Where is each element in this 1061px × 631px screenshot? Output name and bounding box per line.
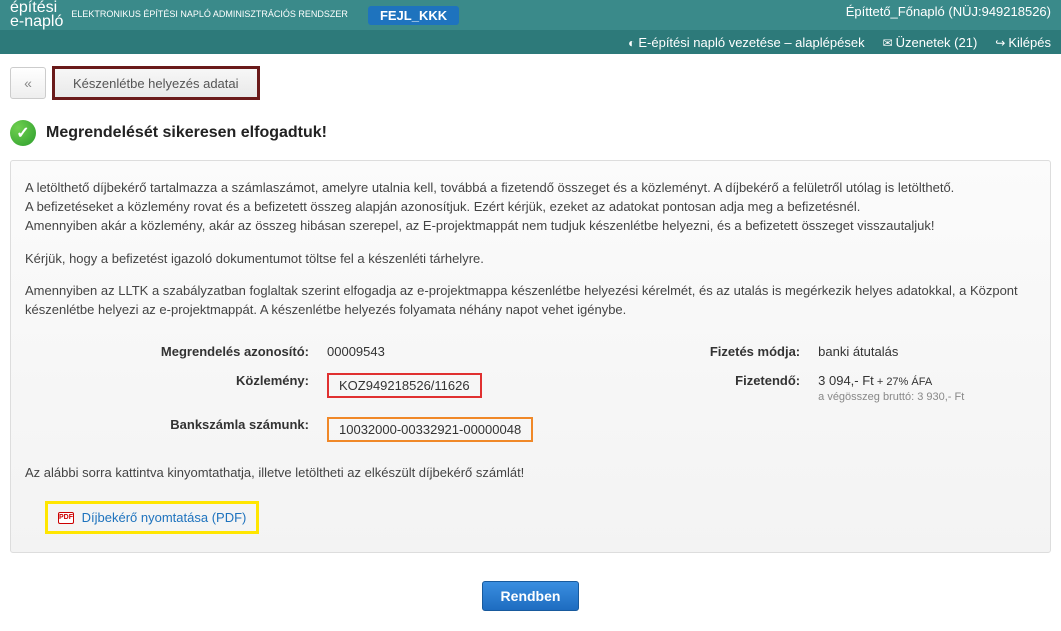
table-row: Megrendelés azonosító: 00009543 Fizetés … [27,338,983,365]
label-reference: Közlemény: [27,367,317,409]
label-order-id: Megrendelés azonosító: [27,338,317,365]
logo-line2: e-napló [10,13,63,31]
label-amount-due: Fizetendő: [650,367,808,409]
value-payment-mode: banki átutalás [810,338,983,365]
logout-icon: ↪ [995,36,1005,50]
print-pdf-link[interactable]: Díjbekérő nyomtatása (PDF) [82,510,247,525]
help-icon: ◐ [628,36,635,50]
value-bank-account: 10032000-00332921-00000048 [327,417,533,442]
value-amount-due: 3 094,- Ft + 27% ÁFA a végösszeg bruttó:… [810,367,983,409]
table-row: Közlemény: KOZ949218526/11626 Fizetendő:… [27,367,983,409]
breadcrumb-current[interactable]: Készenlétbe helyezés adatai [52,66,260,100]
logo-desc: ELEKTRONIKUS ÉPÍTÉSI NAPLÓ ADMINISZTRÁCI… [71,10,348,20]
mail-icon: ✉ [883,36,893,50]
logout-link[interactable]: ↪Kilépés [995,35,1051,50]
help-link[interactable]: ◐E-építési napló vezetése – alaplépések [628,35,864,50]
ok-button[interactable]: Rendben [482,581,580,611]
app-header: építési e-napló ELEKTRONIKUS ÉPÍTÉSI NAP… [0,0,1061,30]
table-row: Bankszámla számunk: 10032000-00332921-00… [27,411,983,448]
success-icon: ✓ [10,120,36,146]
info-paragraph: Amennyiben az LLTK a szabályzatban fogla… [25,282,1036,320]
breadcrumb-back-button[interactable]: « [10,67,46,99]
success-banner: ✓ Megrendelését sikeresen elfogadtuk! [0,112,1061,160]
content-panel: A letölthető díjbekérő tartalmazza a szá… [10,160,1051,553]
label-payment-mode: Fizetés módja: [650,338,808,365]
breadcrumb: « Készenlétbe helyezés adatai [0,54,1061,112]
pdf-link-wrap: PDF Díjbekérő nyomtatása (PDF) [45,501,259,534]
user-label: Építtető_Főnapló (NÜJ:949218526) [846,4,1051,19]
env-badge: FEJL_KKK [368,6,459,25]
info-paragraph: Kérjük, hogy a befizetést igazoló dokume… [25,250,1036,269]
print-intro: Az alábbi sorra kattintva kinyomtathatja… [25,464,1036,483]
pdf-icon: PDF [58,512,74,524]
value-order-id: 00009543 [319,338,556,365]
success-title: Megrendelését sikeresen elfogadtuk! [46,124,327,142]
order-details-table: Megrendelés azonosító: 00009543 Fizetés … [25,336,985,450]
app-logo: építési e-napló ELEKTRONIKUS ÉPÍTÉSI NAP… [10,0,348,31]
messages-link[interactable]: ✉Üzenetek (21) [883,35,978,50]
sub-header: ◐E-építési napló vezetése – alaplépések … [0,30,1061,54]
label-bank-account: Bankszámla számunk: [27,411,317,448]
info-paragraph: A letölthető díjbekérő tartalmazza a szá… [25,179,1036,236]
value-gross-amount: a végösszeg bruttó: 3 930,- Ft [818,391,975,403]
action-row: Rendben [0,569,1061,631]
value-reference: KOZ949218526/11626 [327,373,482,398]
